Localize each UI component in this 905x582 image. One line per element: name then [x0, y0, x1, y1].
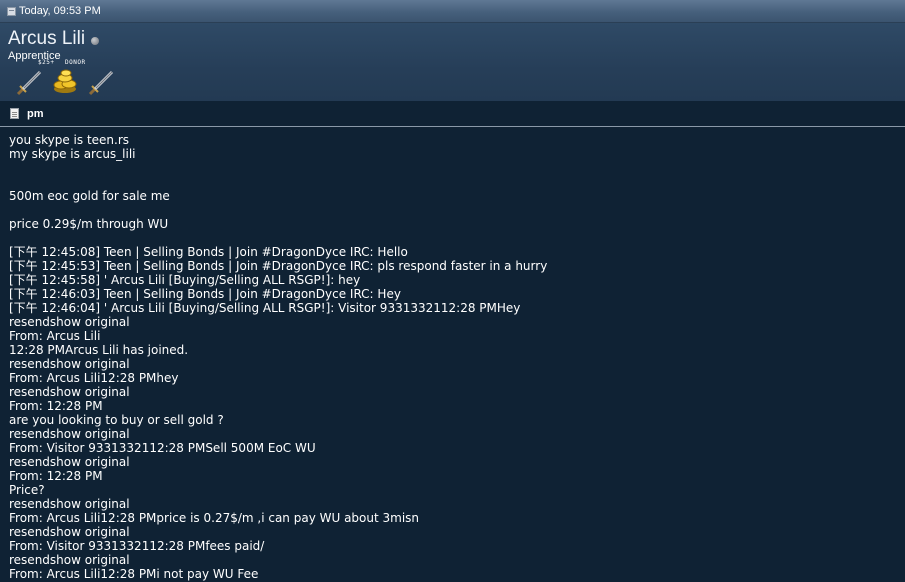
- message-line: From: 12:28 PM: [9, 399, 103, 413]
- post-message: you skype is teen.rs my skype is arcus_li…: [9, 133, 899, 581]
- message-line: [9, 161, 899, 175]
- award-label-donor: DONOR: [65, 59, 86, 66]
- message-line: From: Arcus Lili12:28 PMprice is 0.27$/m…: [9, 511, 420, 525]
- message-line: resendshow original: [9, 497, 130, 511]
- message-line: Price?: [9, 483, 45, 497]
- message-line: From: Arcus Lili12:28 PMi not pay WU Fee: [9, 567, 259, 581]
- message-line: you skype is teen.rs: [9, 133, 130, 147]
- message-line: resendshow original: [9, 455, 130, 469]
- message-line: [下午 12:45:53] Teen | Selling Bonds | Joi…: [9, 259, 548, 273]
- gold-coins-icon: [53, 69, 77, 93]
- post-header: Today, 09:53 PM: [0, 0, 905, 23]
- sword-icon: [16, 70, 42, 96]
- document-icon: [10, 108, 19, 119]
- message-line: [下午 12:45:58] ' Arcus Lili [Buying/Selli…: [9, 273, 361, 287]
- award-label-amount: $25+: [38, 59, 55, 66]
- message-line: price 0.29$/m through WU: [9, 217, 169, 231]
- message-line: From: Arcus Lili12:28 PMhey: [9, 371, 179, 385]
- user-info-panel: Arcus Lili Apprentice $25+ DONOR: [0, 23, 905, 101]
- user-awards: $25+ DONOR: [14, 59, 124, 99]
- message-line: 500m eoc gold for sale me: [9, 189, 170, 203]
- title-divider: [0, 126, 905, 127]
- message-line: [下午 12:45:08] Teen | Selling Bonds | Joi…: [9, 245, 408, 259]
- message-line: resendshow original: [9, 315, 130, 329]
- post-body: pm you skype is teen.rs my skype is arcus…: [0, 101, 905, 582]
- message-line: [下午 12:46:04] ' Arcus Lili [Buying/Selli…: [9, 301, 521, 315]
- message-line: From: Visitor 9331332112:28 PMfees paid/: [9, 539, 265, 553]
- message-line: From: 12:28 PM: [9, 469, 103, 483]
- message-line: From: Arcus Lili: [9, 329, 101, 343]
- offline-status-icon: [91, 37, 100, 45]
- message-line: my skype is arcus_lili: [9, 147, 136, 161]
- message-line: [9, 231, 899, 245]
- message-line: resendshow original: [9, 427, 130, 441]
- message-line: resendshow original: [9, 357, 130, 371]
- post-date-icon: [7, 6, 16, 16]
- message-line: From: Visitor 9331332112:28 PMSell 500M …: [9, 441, 316, 455]
- post-title-row: pm: [0, 101, 905, 126]
- post-date: Today, 09:53 PM: [19, 5, 101, 17]
- message-line: resendshow original: [9, 525, 130, 539]
- message-line: [9, 203, 899, 217]
- forum-post: Today, 09:53 PM Arcus Lili Apprentice $2…: [0, 0, 905, 582]
- username-row: Arcus Lili: [8, 29, 100, 49]
- message-line: are you looking to buy or sell gold ?: [9, 413, 224, 427]
- message-line: resendshow original: [9, 553, 130, 567]
- post-title: pm: [27, 107, 44, 120]
- message-line: [9, 175, 899, 189]
- message-line: 12:28 PMArcus Lili has joined.: [9, 343, 189, 357]
- sword-icon: [88, 70, 114, 96]
- message-line: [下午 12:46:03] Teen | Selling Bonds | Joi…: [9, 287, 401, 301]
- message-line: resendshow original: [9, 385, 130, 399]
- username-link[interactable]: Arcus Lili: [8, 29, 85, 49]
